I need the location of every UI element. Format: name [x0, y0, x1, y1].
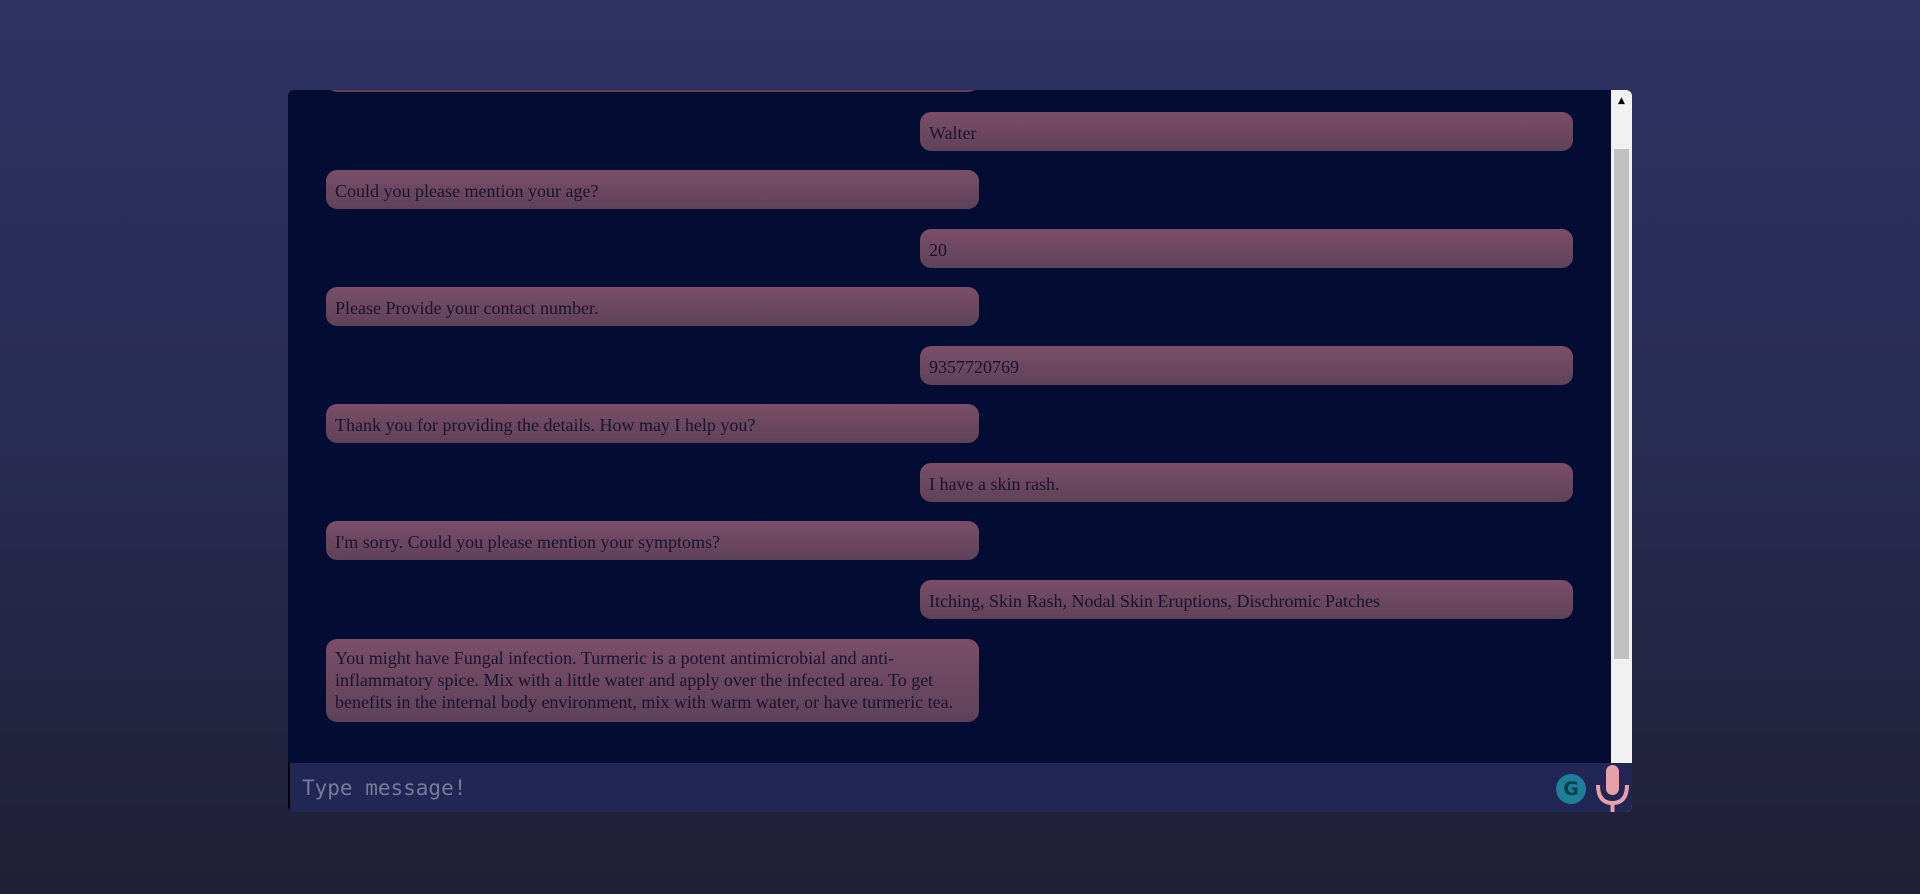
message-bot: [326, 90, 979, 92]
chat-window: Walter Could you please mention your age…: [288, 90, 1632, 812]
message-bot: Please Provide your contact number.: [326, 287, 979, 326]
message-bot: I'm sorry. Could you please mention your…: [326, 521, 979, 560]
grammarly-icon[interactable]: G: [1556, 774, 1586, 804]
message-user: Walter: [920, 112, 1573, 151]
message-bot: Could you please mention your age?: [326, 170, 979, 209]
message-user: 9357720769: [920, 346, 1573, 385]
scroll-up-arrow-icon[interactable]: ▲: [1611, 94, 1632, 108]
message-user: I have a skin rash.: [920, 463, 1573, 502]
message-bot: You might have Fungal infection. Turmeri…: [326, 639, 979, 722]
scrollbar-thumb[interactable]: [1614, 149, 1629, 659]
message-user: 20: [920, 229, 1573, 268]
message-input[interactable]: [288, 763, 1548, 812]
microphone-button[interactable]: [1592, 763, 1632, 812]
message-bot: Thank you for providing the details. How…: [326, 404, 979, 443]
scrollbar[interactable]: ▲: [1611, 90, 1632, 812]
message-user: Itching, Skin Rash, Nodal Skin Eruptions…: [920, 580, 1573, 619]
microphone-icon: [1596, 765, 1629, 812]
message-input-bar: G: [288, 763, 1632, 812]
message-list[interactable]: Walter Could you please mention your age…: [288, 90, 1611, 762]
